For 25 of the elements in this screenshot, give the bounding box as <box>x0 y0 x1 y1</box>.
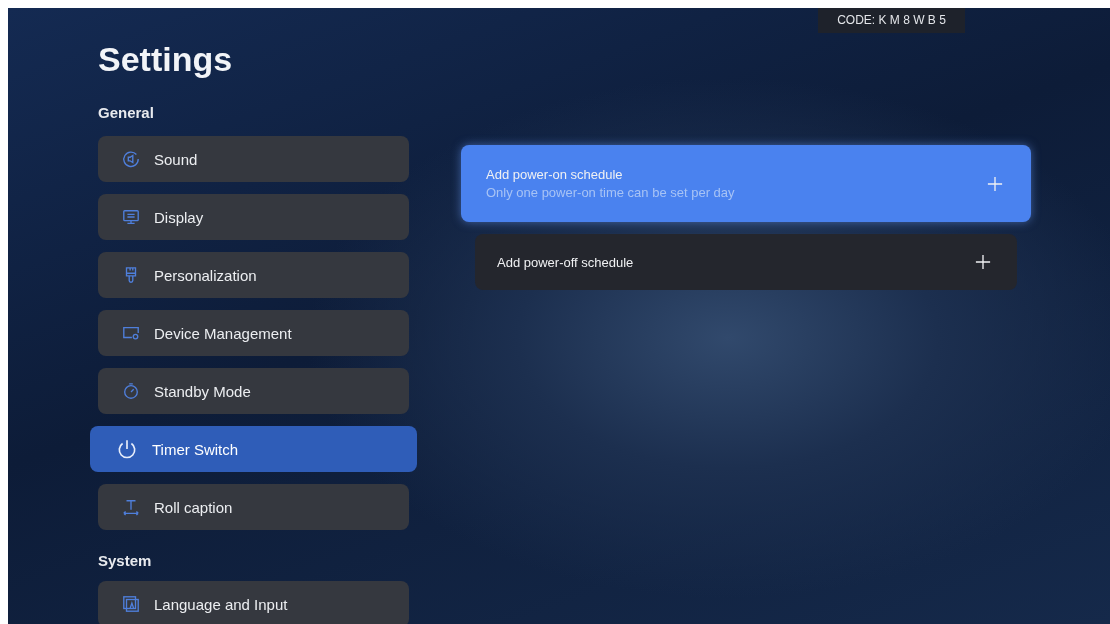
stopwatch-icon <box>122 382 140 400</box>
menu-item[interactable]: Display <box>98 194 409 240</box>
menu-item[interactable]: Standby Mode <box>98 368 409 414</box>
plus-icon <box>987 175 1003 192</box>
card-title: Add power-off schedule <box>497 254 634 270</box>
menu-item[interactable]: Roll caption <box>98 484 409 530</box>
menu-item[interactable]: Personalization <box>98 252 409 298</box>
page-title: Settings <box>98 40 234 80</box>
menu-item[interactable]: Language and Input <box>98 581 409 624</box>
plus-icon <box>975 254 991 270</box>
section-heading: System <box>98 552 153 569</box>
menu-item[interactable]: Device Management <box>98 310 409 356</box>
schedule-card[interactable]: Add power-off schedule <box>475 234 1017 290</box>
menu-item[interactable]: Timer Switch <box>90 426 417 472</box>
monitor-icon <box>122 208 140 226</box>
card-title: Add power-on schedule <box>486 167 624 182</box>
power-icon <box>116 438 138 460</box>
section-heading: General <box>98 104 155 121</box>
language-icon <box>122 595 140 613</box>
text-width-icon <box>122 498 140 516</box>
screen-gear-icon <box>122 324 140 342</box>
code-badge: CODE: K M 8 W B 5 <box>818 8 965 33</box>
speaker-icon <box>122 150 140 168</box>
card-subtitle: Only one power-on time can be set per day <box>486 185 735 200</box>
menu-item[interactable]: Sound <box>98 136 409 182</box>
